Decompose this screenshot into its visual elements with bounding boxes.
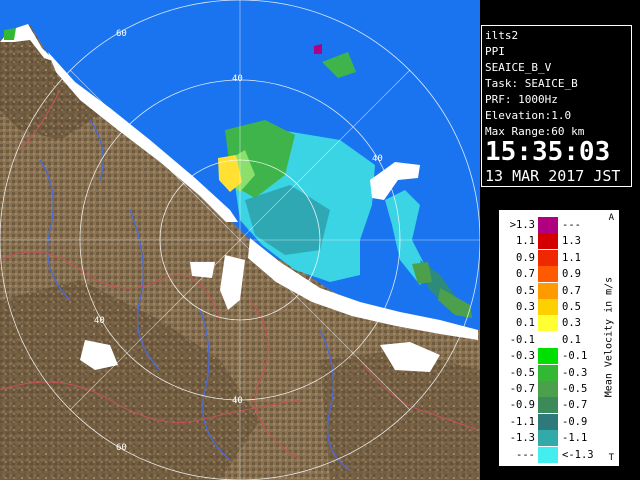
range-label-40-south: 40 <box>232 396 243 406</box>
legend-row-left-value: -0.1 <box>509 333 535 346</box>
azimuth-lines <box>0 0 480 480</box>
legend-row-left-value: 0.3 <box>516 301 535 313</box>
legend-row-left-value: -1.3 <box>509 432 535 445</box>
product-name: SEAICE_B_V <box>485 61 552 74</box>
legend-row-left-value: --- <box>516 448 535 461</box>
radar-info-box: ilts2 PPI SEAICE_B_V Task: SEAICE_B PRF:… <box>481 25 632 187</box>
radar-ppi-map: 60 40 40 40 40 60 <box>0 0 480 480</box>
legend-corner-top: A <box>608 213 614 223</box>
legend-row-right-value: -1.1 <box>562 432 588 445</box>
legend-row-left-value: -0.9 <box>509 399 535 412</box>
legend-row-right-value: <-1.3 <box>562 448 594 461</box>
range-label-40-west: 40 <box>94 316 105 326</box>
legend-row: 0.3 0.5 <box>500 299 600 315</box>
legend-row-left-value: -0.3 <box>509 350 535 363</box>
legend-row-right-value: -0.1 <box>562 350 588 363</box>
legend-row-left-value: 1.1 <box>516 235 535 248</box>
legend-row-right-value: -0.7 <box>562 399 588 412</box>
legend-color-swatch <box>538 413 558 430</box>
legend-color-swatch <box>538 348 558 365</box>
legend-row: -0.7 -0.5 <box>500 381 600 397</box>
legend-row-left-value: 0.9 <box>516 251 535 264</box>
site-name: ilts2 <box>485 29 519 42</box>
legend-row: -0.5 -0.3 <box>500 364 600 381</box>
legend-row: 1.1 1.3 <box>500 233 600 250</box>
legend-color-swatch <box>538 249 558 266</box>
legend-row: -1.1 -0.9 <box>500 413 600 430</box>
legend-row: >1.3 --- <box>500 217 600 233</box>
elevation-value: Elevation:1.0 <box>485 109 572 122</box>
legend-color-swatch <box>538 364 558 381</box>
legend-color-swatch <box>538 315 558 332</box>
legend-row-right-value: 0.9 <box>562 268 581 281</box>
legend-row-right-value: 0.5 <box>562 301 581 313</box>
legend-color-swatch <box>538 397 558 414</box>
legend-row: 0.7 0.9 <box>500 266 600 283</box>
legend-corner-bottom: T <box>608 453 614 463</box>
legend-row-right-value: 1.3 <box>562 235 581 248</box>
legend-row: 0.9 1.1 <box>500 249 600 266</box>
range-label-40-east: 40 <box>372 154 383 164</box>
prf-value: PRF: 1000Hz <box>485 93 558 106</box>
legend-row: -1.3 -1.1 <box>500 430 600 447</box>
scan-mode: PPI <box>485 45 505 58</box>
scan-time: 15:35:03 <box>485 137 611 167</box>
range-label-60-south: 60 <box>116 443 127 453</box>
legend-color-swatch <box>538 217 558 233</box>
legend-row-right-value: 0.1 <box>562 333 581 346</box>
legend-row-right-value: -0.3 <box>562 366 588 379</box>
legend-row: 0.5 0.7 <box>500 282 600 299</box>
legend-row: -0.1 0.1 <box>500 331 600 348</box>
legend-row-left-value: -1.1 <box>509 415 535 428</box>
legend-row-right-value: -0.5 <box>562 383 588 395</box>
range-label-40-north: 40 <box>232 74 243 84</box>
legend-color-swatch <box>538 266 558 283</box>
legend-color-swatch <box>538 331 558 348</box>
legend-row-right-value: -0.9 <box>562 415 588 428</box>
legend-color-swatch <box>538 282 558 299</box>
legend-row-left-value: -0.7 <box>509 383 535 395</box>
legend-row-left-value: 0.1 <box>516 317 535 330</box>
legend-row: --- <-1.3 <box>500 446 600 463</box>
inland-white-patch <box>190 262 215 278</box>
scan-date: 13 MAR 2017 JST <box>485 167 621 185</box>
task-name: Task: SEAICE_B <box>485 77 578 90</box>
legend-row-right-value: 1.1 <box>562 251 581 264</box>
echo-nw-green <box>4 28 16 40</box>
legend-row: -0.9 -0.7 <box>500 397 600 414</box>
side-panel: ilts2 PPI SEAICE_B_V Task: SEAICE_B PRF:… <box>480 0 640 480</box>
legend-row-right-value: 0.3 <box>562 317 581 330</box>
legend-color-swatch <box>538 381 558 397</box>
legend-color-swatch <box>538 233 558 250</box>
legend-row: 0.1 0.3 <box>500 315 600 332</box>
legend-row-left-value: -0.5 <box>509 366 535 379</box>
legend-row-right-value: --- <box>562 219 581 231</box>
range-label-60-north: 60 <box>116 29 127 39</box>
velocity-legend: >1.3 --- 1.1 1.3 0.9 1.1 0.7 0.9 0.5 0.7 0.3 0.5 0.1… <box>499 210 619 466</box>
legend-color-swatch <box>538 299 558 315</box>
legend-unit: Mean Velocity in m/s <box>603 276 615 398</box>
legend-row-left-value: 0.5 <box>516 284 535 297</box>
legend-row: -0.3 -0.1 <box>500 348 600 365</box>
legend-row-left-value: >1.3 <box>509 219 535 231</box>
legend-row-right-value: 0.7 <box>562 284 581 297</box>
legend-color-swatch <box>538 446 558 463</box>
legend-row-left-value: 0.7 <box>516 268 535 281</box>
legend-color-swatch <box>538 430 558 447</box>
